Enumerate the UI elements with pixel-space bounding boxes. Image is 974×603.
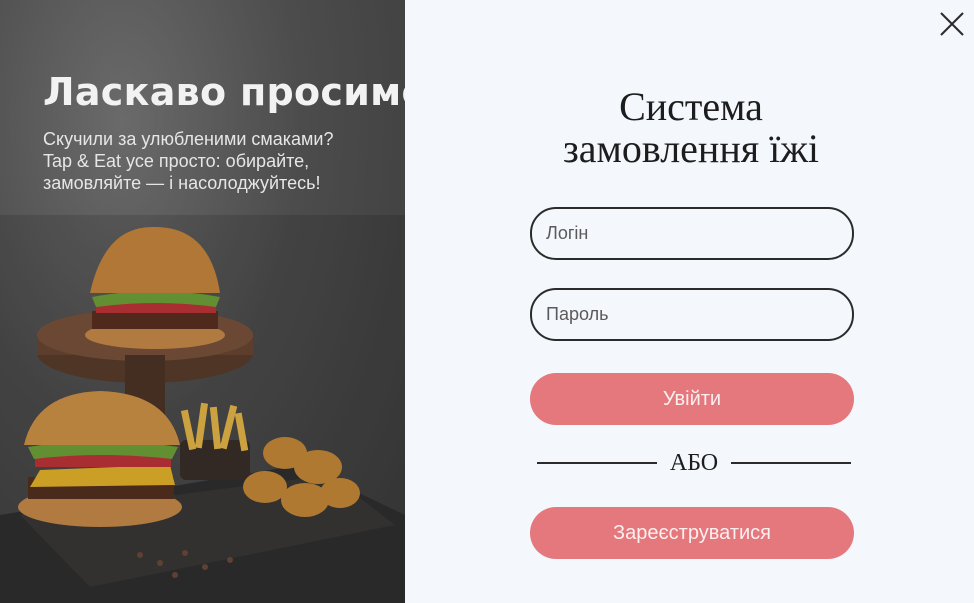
welcome-description: Скучили за улюбленими смаками? Tap & Eat… — [43, 128, 373, 194]
welcome-title: Ласкаво просимо! — [43, 70, 405, 114]
or-separator-label: АБО — [669, 450, 719, 476]
app-title: Система замовлення їжі — [520, 86, 862, 170]
burger-food-image — [0, 215, 405, 603]
welcome-line: замовляйте — і насолоджуйтесь! — [43, 173, 321, 193]
welcome-line: Tap & Eat усе просто: обирайте, — [43, 151, 310, 171]
app-title-line: замовлення їжі — [562, 126, 819, 171]
login-button[interactable]: Увійти — [530, 373, 854, 425]
app-title-line: Система — [619, 84, 763, 129]
password-input[interactable] — [530, 288, 854, 341]
close-icon — [940, 12, 964, 36]
close-button[interactable] — [938, 10, 966, 38]
register-button[interactable]: Зареєструватися — [530, 507, 854, 559]
hero-panel: Ласкаво просимо! Скучили за улюбленими с… — [0, 0, 405, 603]
divider-right — [731, 462, 851, 464]
welcome-line: Скучили за улюбленими смаками? — [43, 129, 334, 149]
divider-left — [537, 462, 657, 464]
login-input[interactable] — [530, 207, 854, 260]
